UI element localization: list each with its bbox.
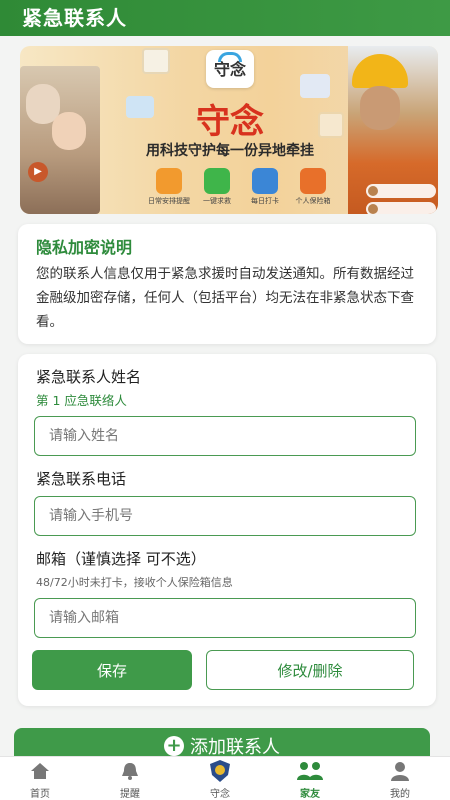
- tab-family[interactable]: 家友: [280, 759, 340, 800]
- contact-index: 第 1 应急联络人: [36, 393, 127, 408]
- tab-mine[interactable]: 我的: [370, 759, 430, 800]
- phone-label: 紧急联系电话: [36, 470, 127, 488]
- document-icon: [318, 112, 344, 138]
- avatar-card: [366, 184, 436, 198]
- page-title: 紧急联系人: [22, 6, 127, 30]
- bell-icon: [100, 759, 160, 783]
- banner-slogan: 用科技守护每一份异地牵挂: [146, 143, 314, 159]
- bag-icon: [126, 96, 154, 118]
- privacy-title: 隐私加密说明: [36, 238, 133, 257]
- family-icon: [280, 759, 340, 783]
- add-contact-label: 添加联系人: [190, 737, 280, 758]
- avatar-card: [366, 202, 436, 214]
- feature-checkin: 每日打卡: [240, 168, 290, 206]
- app-header: 紧急联系人: [0, 0, 450, 36]
- bottom-tabbar: 首页 提醒 守念 家友 我的: [0, 756, 450, 800]
- reminder-icon: [156, 168, 182, 194]
- feature-sos: 一键求救: [192, 168, 242, 206]
- save-button[interactable]: 保存: [32, 650, 192, 690]
- user-icon: [370, 759, 430, 783]
- phone-input[interactable]: [34, 496, 416, 536]
- email-input[interactable]: [34, 598, 416, 638]
- wechat-icon: [204, 168, 230, 194]
- tab-home[interactable]: 首页: [10, 759, 70, 800]
- calendar-icon: [142, 48, 170, 74]
- name-label: 紧急联系人姓名: [36, 368, 142, 386]
- promo-banner[interactable]: ▶ 守念 守念 用科技守护每一份异地牵挂 日常安排提醒 一键求救 每日打卡 个人…: [20, 46, 438, 214]
- grid-icon: [252, 168, 278, 194]
- plus-icon: +: [164, 736, 184, 756]
- email-hint: 48/72小时未打卡，接收个人保险箱信息: [36, 576, 233, 589]
- privacy-card: 隐私加密说明 您的联系人信息仅用于紧急求援时自动发送通知。所有数据经过金融级加密…: [18, 224, 436, 344]
- contact-form: 紧急联系人姓名 第 1 应急联络人 紧急联系电话 邮箱（谨慎选择 可不选） 48…: [18, 354, 436, 706]
- email-label: 邮箱（谨慎选择 可不选）: [36, 550, 206, 568]
- chat-icon: [300, 74, 330, 98]
- feature-safe: 个人保险箱: [288, 168, 338, 206]
- feature-reminder: 日常安排提醒: [144, 168, 194, 206]
- home-icon: [10, 759, 70, 783]
- shield-badge-icon: [190, 759, 250, 783]
- edit-delete-button[interactable]: 修改/删除: [206, 650, 414, 690]
- banner-brand: 守念: [196, 102, 264, 142]
- worker-face: [360, 86, 400, 130]
- child-figure: [52, 112, 86, 150]
- tab-shounian[interactable]: 守念: [190, 759, 250, 800]
- tab-reminder[interactable]: 提醒: [100, 759, 160, 800]
- play-icon[interactable]: ▶: [28, 162, 48, 182]
- name-input[interactable]: [34, 416, 416, 456]
- logo-arc-icon: [218, 52, 242, 62]
- privacy-text: 您的联系人信息仅用于紧急求援时自动发送通知。所有数据经过金融级加密存储，任何人（…: [36, 266, 414, 330]
- safe-box-icon: [300, 168, 326, 194]
